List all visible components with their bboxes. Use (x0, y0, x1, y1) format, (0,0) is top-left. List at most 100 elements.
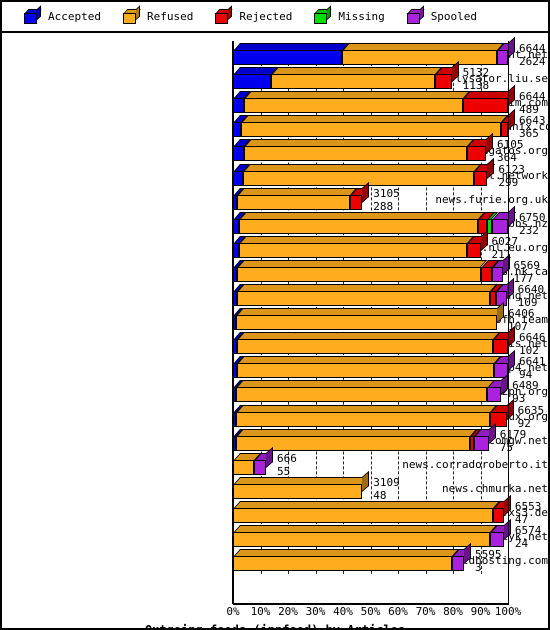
legend-item-missing: Missing (314, 5, 385, 24)
bar-row[interactable]: news.nntp4.net664194 (2, 350, 548, 380)
value-total: 6635 (517, 403, 545, 417)
bar-row[interactable]: news.weretis.net6646102 (2, 326, 548, 356)
value-total: 6105 (497, 138, 524, 152)
legend-item-accepted: Accepted (24, 5, 101, 24)
legend-label: Accepted (48, 10, 101, 23)
bar-value-labels: 5132 1138 (463, 67, 490, 91)
bar-value-labels: 6750 232 (519, 212, 546, 236)
value-total: 6644 (519, 42, 546, 55)
bar-row[interactable]: newsfeed.bofh.team6406107 (2, 302, 548, 332)
value-secondary: 364 (497, 151, 517, 165)
bar-value-labels: 6644 2624 (519, 43, 546, 67)
value-total: 6489 (512, 379, 539, 393)
value-secondary: 75 (499, 440, 513, 454)
bar-segment-refused (235, 411, 491, 427)
bar-row[interactable]: news.furie.org.uk 3105 288 (2, 181, 548, 213)
bar-row[interactable]: endofthelinebbs.peers.news.panix.com6643… (2, 109, 548, 139)
bar-value-labels: 5595 3 (475, 549, 502, 573)
bar-segment-refused (237, 266, 481, 282)
legend-label: Spooled (430, 10, 478, 23)
value-total: 3105 (373, 186, 400, 200)
value-secondary: 1138 (462, 79, 490, 93)
bar-segment-top (236, 428, 477, 436)
value-secondary: 288 (373, 199, 394, 213)
bar-row[interactable]: news.netfront.net66442624 (2, 36, 548, 67)
value-total: 6646 (519, 331, 546, 345)
bar-segment-spooled (487, 387, 502, 403)
bar-segment-refused (244, 146, 467, 162)
bar-value-labels: 6105 364 (497, 139, 524, 163)
value-total: 6750 (519, 210, 546, 224)
value-total: 6569 (513, 258, 541, 272)
bar-value-labels: 6569 177 (514, 260, 541, 284)
bar-segment-refused (235, 387, 488, 403)
bar-value-labels: 6646 102 (519, 332, 546, 356)
plot-right-border (508, 41, 509, 604)
bar-segment-accepted (233, 146, 244, 162)
bar-segment-rejected (480, 266, 492, 282)
value-total: 6641 (519, 355, 546, 369)
bar-segment-spooled (473, 435, 489, 451)
chart-legend: Accepted Refused Rejected Missing Spooled (2, 2, 548, 33)
bar-segment-rejected (462, 98, 508, 114)
bar-row[interactable]: news.corradoroberto.it 666 55 (2, 446, 548, 477)
bar-value-labels: 6643 365 (519, 115, 546, 139)
bar-row[interactable]: news.hispagatos.org6105364 (2, 133, 548, 163)
bar-segment-rejected (473, 170, 488, 186)
y-axis-label: news.corradoroberto.it (402, 457, 548, 471)
bar-segment-top (234, 476, 370, 484)
bar-row[interactable]: usenet.goja.nl.eu.org6027211 (2, 229, 548, 260)
cube-icon (122, 5, 141, 24)
bar-segment-refused (237, 194, 350, 210)
value-secondary: 299 (498, 177, 525, 188)
bar-segment-top (234, 500, 500, 508)
bar-row[interactable]: nyheter.lysator.liu.se 5132 1138 (2, 61, 548, 91)
bar-segment-spooled (491, 266, 503, 282)
legend-item-rejected: Rejected (215, 5, 292, 24)
bar-row[interactable]: news.tnetconsulting.net6640109 (2, 277, 548, 308)
chart-title: Outgoing feeds (innfeed) by Articles (144, 623, 406, 630)
bar-segment-spooled (497, 50, 508, 65)
bar-segment-refused (237, 291, 491, 306)
bar-row[interactable]: news.quux.org663592 (2, 398, 548, 430)
value-total: 6644 (519, 90, 546, 104)
bar-segment-refused (237, 339, 493, 355)
bar-segment-refused (242, 170, 474, 186)
bar-row[interactable]: news.bbs.nz6750232 (2, 205, 548, 236)
value-secondary: 92 (517, 416, 531, 430)
bar-segment-refused (233, 556, 452, 572)
bar-row[interactable]: nntp.comgw.net 6179 75 (2, 422, 548, 454)
bar-segment-spooled (253, 459, 266, 475)
bar-row[interactable]: usenet.blueworldhosting.com55953 (2, 543, 548, 573)
bar-row[interactable]: news.samoylyk.net657424 (2, 518, 548, 549)
bar-segment-top (238, 356, 502, 364)
bar-value-labels: 6644 489 (519, 91, 546, 115)
value-total: 5132 (462, 66, 490, 80)
bar-row[interactable]: news.nk.ca 6569 177 (2, 253, 548, 284)
bar-row[interactable]: newsfeed.xs3.de655347 (2, 494, 548, 525)
bar-segment-refused (233, 507, 493, 523)
bar-segment-rejected (466, 242, 481, 258)
bar-segment-spooled (451, 556, 464, 572)
bar-row[interactable]: usenet.network6123299 (2, 157, 548, 188)
bar-value-labels: 6574 24 (515, 525, 542, 549)
legend-item-spooled: Spooled (406, 5, 478, 24)
y-axis-line (232, 41, 234, 604)
bar-segment-refused (233, 532, 491, 547)
value-total: 6179 (499, 427, 527, 441)
bar-value-labels: 6489 93 (512, 380, 539, 404)
legend-label: Missing (338, 10, 385, 23)
value-total: 6553 (514, 499, 542, 513)
bar-row[interactable]: i2pn.org 6489 93 (2, 374, 548, 404)
bar-segment-accepted (233, 98, 244, 114)
bar-row[interactable]: photonic.trudheim.com6644489 (2, 85, 548, 115)
value-total: 6643 (519, 114, 546, 128)
value-secondary: 48 (373, 488, 387, 502)
bar-row[interactable]: news.chmurka.net 3109 48 (2, 470, 548, 502)
bar-segment-refused (238, 218, 478, 234)
bar-segment-top (239, 235, 474, 243)
x-axis-ticks: 0% 10% 20% 30% 40% 50% 60% 70% 80% 90% 100% (2, 605, 548, 619)
bar-segment-top (234, 525, 498, 532)
bar-segment-top (238, 284, 498, 291)
bar-segment-rejected (501, 122, 508, 138)
